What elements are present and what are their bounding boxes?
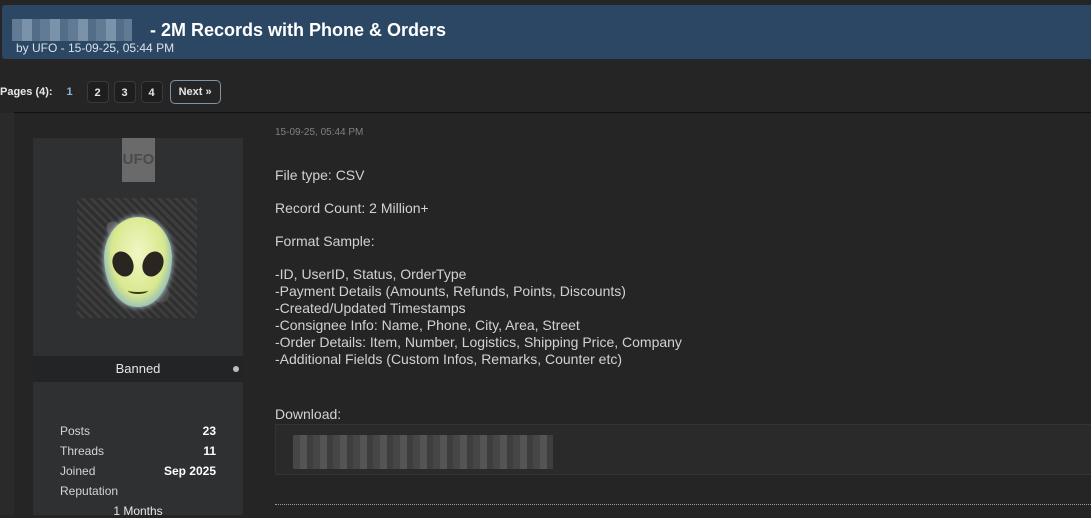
user-role-label: Banned (115, 361, 161, 376)
alien-avatar-icon (104, 217, 172, 307)
format-line: -ID, UserID, Status, OrderType (275, 266, 467, 282)
user-stats: Posts 23 Threads 11 Joined Sep 2025 Repu… (60, 424, 216, 504)
stat-posts-value: 23 (202, 424, 216, 438)
format-line: -Additional Fields (Custom Infos, Remark… (275, 351, 623, 367)
stat-threads-value: 11 (203, 444, 216, 458)
redacted-download-link[interactable] (293, 435, 553, 469)
stat-reputation-value: 1 Months (113, 504, 163, 518)
thread-header: - 2M Records with Phone & Orders by UFO … (2, 5, 1091, 59)
post-file-type: File type: CSV (275, 167, 365, 183)
section-divider (14, 112, 1091, 113)
alien-mouth (128, 287, 148, 294)
format-sample-list: -ID, UserID, Status, OrderType -Payment … (275, 266, 1091, 368)
stat-threads: Threads 11 (60, 444, 216, 464)
stat-threads-label: Threads (60, 444, 105, 458)
stat-joined: Joined Sep 2025 (60, 464, 216, 484)
post-record-count: Record Count: 2 Million+ (275, 200, 429, 216)
username[interactable]: UFO (122, 138, 155, 182)
post-separator (275, 504, 1091, 505)
alien-eye-left (108, 247, 138, 281)
page-current: 1 (66, 86, 73, 98)
format-line: -Order Details: Item, Number, Logistics,… (275, 334, 682, 350)
stat-posts: Posts 23 (60, 424, 216, 444)
redacted-title-prefix (12, 19, 132, 41)
post-body: 15-09-25, 05:44 PM File type: CSV Record… (275, 127, 1091, 368)
thread-meta: by UFO - 15-09-25, 05:44 PM (16, 41, 175, 55)
download-label: Download: (275, 406, 342, 422)
pagination: Pages (4): 1 2 3 4 Next » (0, 80, 221, 104)
stat-posts-label: Posts (60, 424, 91, 438)
offline-status-icon (233, 366, 239, 372)
thread-title: - 2M Records with Phone & Orders (150, 20, 447, 40)
left-rail (0, 113, 14, 515)
author-panel: UFO Banned Posts 23 Threads 11 Joined Se… (33, 138, 243, 518)
post-date: 15-09-25, 05:44 PM (275, 127, 364, 138)
hidden-content-box (275, 424, 1091, 475)
stat-joined-label: Joined (60, 464, 96, 478)
next-page-button[interactable]: Next » (169, 80, 221, 104)
alien-eye-right (138, 247, 168, 281)
format-line: -Consignee Info: Name, Phone, City, Area… (275, 317, 580, 333)
page-link-3[interactable]: 3 (113, 81, 136, 103)
user-role: Banned (33, 356, 243, 382)
stat-reputation-label: Reputation (60, 484, 119, 498)
page-link-4[interactable]: 4 (140, 81, 163, 103)
page-link-2[interactable]: 2 (86, 81, 109, 103)
pagination-label: Pages (4): (0, 86, 53, 98)
format-line: -Payment Details (Amounts, Refunds, Poin… (275, 283, 626, 299)
stat-reputation: Reputation (60, 484, 216, 504)
stat-joined-value: Sep 2025 (163, 464, 216, 478)
post-format-label: Format Sample: (275, 233, 375, 249)
format-line: -Created/Updated Timestamps (275, 300, 466, 316)
avatar[interactable] (77, 198, 197, 318)
